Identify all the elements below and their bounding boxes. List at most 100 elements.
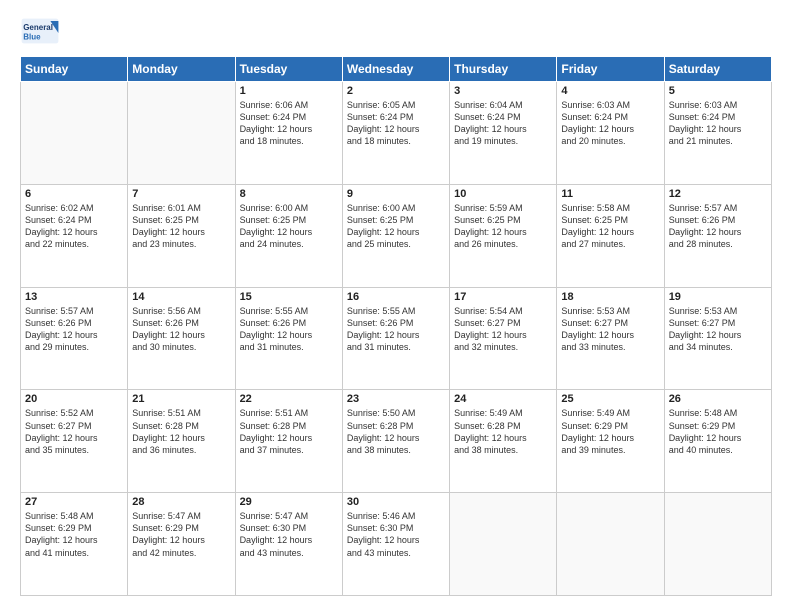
calendar-table: SundayMondayTuesdayWednesdayThursdayFrid… — [20, 56, 772, 596]
day-info: Sunrise: 6:00 AM Sunset: 6:25 PM Dayligh… — [240, 202, 338, 251]
page: General Blue SundayMondayTuesdayWednesda… — [0, 0, 792, 612]
calendar-cell: 26 Sunrise: 5:48 AM Sunset: 6:29 PM Dayli… — [664, 390, 771, 493]
day-number: 14 — [132, 291, 230, 303]
calendar-cell: 3Sunrise: 6:04 AM Sunset: 6:24 PM Daylig… — [450, 82, 557, 185]
calendar-day-header: Sunday — [21, 57, 128, 82]
day-info: Sunrise: 5:54 AM Sunset: 6:27 PM Dayligh… — [454, 305, 552, 354]
day-number: 27 — [25, 496, 123, 508]
calendar-day-header: Monday — [128, 57, 235, 82]
calendar-cell: 18 Sunrise: 5:53 AM Sunset: 6:27 PM Dayli… — [557, 287, 664, 390]
calendar-cell: 22 Sunrise: 5:51 AM Sunset: 6:28 PM Dayli… — [235, 390, 342, 493]
calendar-cell: 7 Sunrise: 6:01 AM Sunset: 6:25 PM Daylig… — [128, 184, 235, 287]
day-number: 10 — [454, 188, 552, 200]
day-number: 8 — [240, 188, 338, 200]
calendar-cell — [21, 82, 128, 185]
calendar-cell: 25 Sunrise: 5:49 AM Sunset: 6:29 PM Dayli… — [557, 390, 664, 493]
day-info: Sunrise: 5:57 AM Sunset: 6:26 PM Dayligh… — [669, 202, 767, 251]
day-info: Sunrise: 6:03 AM Sunset: 6:24 PM Dayligh… — [561, 99, 659, 148]
calendar-week-row: 13 Sunrise: 5:57 AM Sunset: 6:26 PM Dayli… — [21, 287, 772, 390]
calendar-day-header: Tuesday — [235, 57, 342, 82]
day-number: 25 — [561, 393, 659, 405]
day-number: 9 — [347, 188, 445, 200]
calendar-cell: 28 Sunrise: 5:47 AM Sunset: 6:29 PM Dayli… — [128, 493, 235, 596]
calendar-cell — [664, 493, 771, 596]
calendar-cell — [450, 493, 557, 596]
calendar-week-row: 1Sunrise: 6:06 AM Sunset: 6:24 PM Daylig… — [21, 82, 772, 185]
calendar-cell: 8 Sunrise: 6:00 AM Sunset: 6:25 PM Daylig… — [235, 184, 342, 287]
day-number: 29 — [240, 496, 338, 508]
calendar-cell: 9Sunrise: 6:00 AM Sunset: 6:25 PM Daylig… — [342, 184, 449, 287]
calendar-cell: 12 Sunrise: 5:57 AM Sunset: 6:26 PM Dayli… — [664, 184, 771, 287]
day-number: 7 — [132, 188, 230, 200]
day-info: Sunrise: 5:47 AM Sunset: 6:30 PM Dayligh… — [240, 510, 338, 559]
calendar-cell — [557, 493, 664, 596]
day-number: 18 — [561, 291, 659, 303]
day-number: 24 — [454, 393, 552, 405]
calendar-cell: 16 Sunrise: 5:55 AM Sunset: 6:26 PM Dayli… — [342, 287, 449, 390]
day-info: Sunrise: 6:02 AM Sunset: 6:24 PM Dayligh… — [25, 202, 123, 251]
day-number: 2 — [347, 85, 445, 97]
day-info: Sunrise: 5:53 AM Sunset: 6:27 PM Dayligh… — [561, 305, 659, 354]
day-info: Sunrise: 5:58 AM Sunset: 6:25 PM Dayligh… — [561, 202, 659, 251]
day-number: 3 — [454, 85, 552, 97]
day-info: Sunrise: 5:52 AM Sunset: 6:27 PM Dayligh… — [25, 407, 123, 456]
day-info: Sunrise: 5:49 AM Sunset: 6:28 PM Dayligh… — [454, 407, 552, 456]
day-info: Sunrise: 5:56 AM Sunset: 6:26 PM Dayligh… — [132, 305, 230, 354]
day-number: 16 — [347, 291, 445, 303]
calendar-cell: 27 Sunrise: 5:48 AM Sunset: 6:29 PM Dayli… — [21, 493, 128, 596]
day-number: 20 — [25, 393, 123, 405]
day-number: 30 — [347, 496, 445, 508]
day-number: 5 — [669, 85, 767, 97]
calendar-day-header: Thursday — [450, 57, 557, 82]
day-info: Sunrise: 6:05 AM Sunset: 6:24 PM Dayligh… — [347, 99, 445, 148]
day-number: 26 — [669, 393, 767, 405]
day-number: 6 — [25, 188, 123, 200]
svg-text:Blue: Blue — [23, 32, 41, 41]
day-info: Sunrise: 5:46 AM Sunset: 6:30 PM Dayligh… — [347, 510, 445, 559]
day-info: Sunrise: 5:59 AM Sunset: 6:25 PM Dayligh… — [454, 202, 552, 251]
day-number: 12 — [669, 188, 767, 200]
calendar-cell: 1Sunrise: 6:06 AM Sunset: 6:24 PM Daylig… — [235, 82, 342, 185]
calendar-cell: 17 Sunrise: 5:54 AM Sunset: 6:27 PM Dayli… — [450, 287, 557, 390]
calendar-cell: 23 Sunrise: 5:50 AM Sunset: 6:28 PM Dayli… — [342, 390, 449, 493]
calendar-week-row: 6 Sunrise: 6:02 AM Sunset: 6:24 PM Daylig… — [21, 184, 772, 287]
day-info: Sunrise: 5:53 AM Sunset: 6:27 PM Dayligh… — [669, 305, 767, 354]
day-number: 21 — [132, 393, 230, 405]
calendar-cell: 24 Sunrise: 5:49 AM Sunset: 6:28 PM Dayli… — [450, 390, 557, 493]
header: General Blue — [20, 16, 772, 46]
calendar-cell: 30 Sunrise: 5:46 AM Sunset: 6:30 PM Dayli… — [342, 493, 449, 596]
day-info: Sunrise: 5:47 AM Sunset: 6:29 PM Dayligh… — [132, 510, 230, 559]
day-info: Sunrise: 5:51 AM Sunset: 6:28 PM Dayligh… — [240, 407, 338, 456]
day-info: Sunrise: 5:50 AM Sunset: 6:28 PM Dayligh… — [347, 407, 445, 456]
day-number: 17 — [454, 291, 552, 303]
day-info: Sunrise: 5:48 AM Sunset: 6:29 PM Dayligh… — [25, 510, 123, 559]
day-info: Sunrise: 5:55 AM Sunset: 6:26 PM Dayligh… — [240, 305, 338, 354]
day-number: 28 — [132, 496, 230, 508]
day-number: 19 — [669, 291, 767, 303]
calendar-header-row: SundayMondayTuesdayWednesdayThursdayFrid… — [21, 57, 772, 82]
day-info: Sunrise: 6:01 AM Sunset: 6:25 PM Dayligh… — [132, 202, 230, 251]
svg-text:General: General — [23, 23, 53, 32]
calendar-day-header: Saturday — [664, 57, 771, 82]
day-info: Sunrise: 6:06 AM Sunset: 6:24 PM Dayligh… — [240, 99, 338, 148]
calendar-cell — [128, 82, 235, 185]
day-info: Sunrise: 6:03 AM Sunset: 6:24 PM Dayligh… — [669, 99, 767, 148]
calendar-day-header: Friday — [557, 57, 664, 82]
calendar-cell: 19 Sunrise: 5:53 AM Sunset: 6:27 PM Dayli… — [664, 287, 771, 390]
day-info: Sunrise: 5:57 AM Sunset: 6:26 PM Dayligh… — [25, 305, 123, 354]
day-number: 11 — [561, 188, 659, 200]
day-info: Sunrise: 5:49 AM Sunset: 6:29 PM Dayligh… — [561, 407, 659, 456]
calendar-cell: 10 Sunrise: 5:59 AM Sunset: 6:25 PM Dayli… — [450, 184, 557, 287]
day-info: Sunrise: 5:55 AM Sunset: 6:26 PM Dayligh… — [347, 305, 445, 354]
calendar-cell: 13 Sunrise: 5:57 AM Sunset: 6:26 PM Dayli… — [21, 287, 128, 390]
calendar-cell: 15Sunrise: 5:55 AM Sunset: 6:26 PM Dayli… — [235, 287, 342, 390]
day-info: Sunrise: 5:48 AM Sunset: 6:29 PM Dayligh… — [669, 407, 767, 456]
day-number: 13 — [25, 291, 123, 303]
calendar-week-row: 20 Sunrise: 5:52 AM Sunset: 6:27 PM Dayli… — [21, 390, 772, 493]
day-number: 4 — [561, 85, 659, 97]
day-number: 22 — [240, 393, 338, 405]
calendar-cell: 6 Sunrise: 6:02 AM Sunset: 6:24 PM Daylig… — [21, 184, 128, 287]
calendar-cell: 4 Sunrise: 6:03 AM Sunset: 6:24 PM Daylig… — [557, 82, 664, 185]
calendar-cell: 21Sunrise: 5:51 AM Sunset: 6:28 PM Dayli… — [128, 390, 235, 493]
day-number: 23 — [347, 393, 445, 405]
